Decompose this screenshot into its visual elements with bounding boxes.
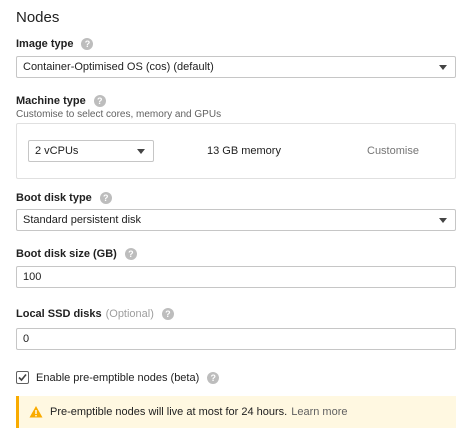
image-type-label: Image type [16, 38, 74, 50]
memory-text: 13 GB memory [207, 145, 281, 157]
optional-text: (Optional) [105, 308, 154, 320]
image-type-select[interactable]: Container-Optimised OS (cos) (default) [16, 56, 456, 78]
machine-type-label: Machine type [16, 95, 86, 107]
help-icon[interactable]: ? [81, 38, 94, 50]
machine-type-label-row: Machine type ? [16, 95, 106, 107]
boot-disk-type-label: Boot disk type [16, 192, 92, 204]
preemptible-checkbox[interactable] [16, 371, 29, 384]
local-ssd-label: Local SSD disks [16, 308, 102, 320]
cores-select[interactable]: 2 vCPUs [28, 140, 154, 162]
boot-disk-size-label-row: Boot disk size (GB) ? [16, 248, 137, 260]
preemptible-row: Enable pre-emptible nodes (beta) ? [16, 371, 220, 384]
local-ssd-input[interactable]: 0 [16, 328, 456, 350]
help-icon[interactable]: ? [99, 192, 112, 204]
chevron-down-icon [439, 218, 447, 223]
help-icon[interactable]: ? [161, 308, 174, 320]
help-icon[interactable]: ? [93, 95, 106, 107]
section-title: Nodes [16, 9, 60, 26]
chevron-down-icon [439, 65, 447, 70]
cores-value: 2 vCPUs [35, 145, 79, 157]
help-icon[interactable]: ? [124, 248, 137, 260]
boot-disk-type-select[interactable]: Standard persistent disk [16, 209, 456, 231]
help-icon[interactable]: ? [207, 371, 220, 384]
machine-type-box: 2 vCPUs 13 GB memory Customise [16, 123, 456, 179]
boot-disk-type-label-row: Boot disk type ? [16, 192, 112, 204]
warning-icon [29, 406, 43, 418]
local-ssd-label-row: Local SSD disks (Optional) ? [16, 308, 174, 320]
image-type-label-row: Image type ? [16, 38, 94, 50]
preemptible-warning-banner: Pre-emptible nodes will live at most for… [16, 396, 456, 428]
boot-disk-size-label: Boot disk size (GB) [16, 248, 117, 260]
chevron-down-icon [137, 149, 145, 154]
boot-disk-size-input[interactable]: 100 [16, 266, 456, 288]
check-icon [18, 373, 27, 382]
machine-type-hint: Customise to select cores, memory and GP… [16, 109, 222, 120]
image-type-value: Container-Optimised OS (cos) (default) [23, 61, 214, 73]
preemptible-label: Enable pre-emptible nodes (beta) [36, 371, 200, 384]
learn-more-link[interactable]: Learn more [291, 406, 347, 418]
customise-button[interactable]: Customise [367, 145, 419, 157]
banner-text: Pre-emptible nodes will live at most for… [50, 406, 288, 418]
boot-disk-type-value: Standard persistent disk [23, 214, 142, 226]
